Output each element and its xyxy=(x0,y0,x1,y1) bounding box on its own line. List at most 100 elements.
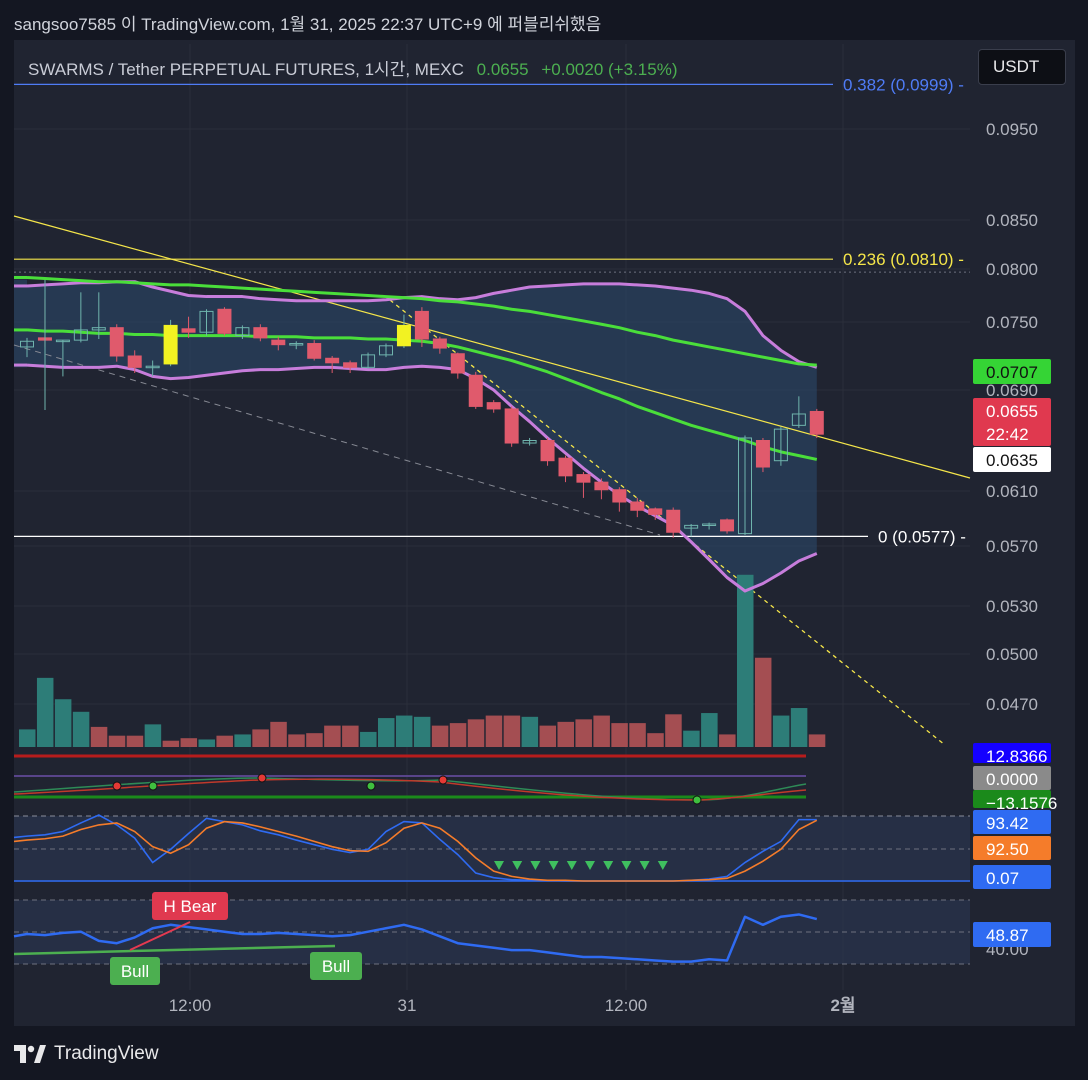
candle xyxy=(468,371,483,409)
candle-body xyxy=(809,410,824,435)
candle-body xyxy=(109,327,124,357)
candle xyxy=(504,406,519,447)
candle-body xyxy=(307,343,322,359)
volume-bar xyxy=(216,735,233,747)
candle xyxy=(217,307,232,336)
volume-bar xyxy=(234,734,251,747)
volume-bar xyxy=(270,721,287,747)
volume-bar xyxy=(593,715,610,747)
volume-bar xyxy=(503,715,521,747)
candle xyxy=(109,324,124,362)
volume-bar xyxy=(324,725,341,747)
candle xyxy=(486,400,501,413)
volume-bar xyxy=(575,719,592,747)
x-tick-label: 2월 xyxy=(830,996,855,1015)
candle-body xyxy=(450,353,465,374)
volume-bar xyxy=(719,734,736,747)
ma-lower-price-tag: 0.0635 xyxy=(986,451,1038,470)
volume-bar xyxy=(629,723,646,747)
candle-body xyxy=(504,408,519,444)
volume-bar xyxy=(557,721,574,747)
candle xyxy=(755,437,770,473)
candle-body xyxy=(127,355,142,368)
candle-body xyxy=(558,457,573,477)
volume-bar xyxy=(144,724,162,747)
candle-body xyxy=(666,509,681,533)
candle xyxy=(450,352,465,379)
y-tick-label: 0.0750 xyxy=(986,313,1038,332)
volume-bar xyxy=(647,733,664,747)
x-tick-label: 12:00 xyxy=(605,996,648,1015)
indicator1-cross-dot xyxy=(438,775,448,785)
candle xyxy=(612,487,627,512)
candle xyxy=(720,518,735,534)
indicator1-cross-dot xyxy=(257,773,267,783)
signal-label-bear: H Bear xyxy=(164,897,217,916)
indicator1-cross-dot xyxy=(148,781,158,791)
currency-button[interactable]: USDT xyxy=(978,49,1066,85)
volume-bar xyxy=(790,708,808,747)
indicator1-zero-tag: 0.0000 xyxy=(986,770,1038,789)
volume-bar xyxy=(431,725,449,747)
candle-body xyxy=(486,402,501,410)
volume-bar xyxy=(126,735,144,747)
volume-bar xyxy=(808,734,826,747)
last-price-tag-time: 22:42 xyxy=(986,425,1029,444)
volume-bar xyxy=(252,729,269,747)
candle-body xyxy=(414,310,429,340)
indicator1-cross-dot xyxy=(692,795,702,805)
last-price-tag: 0.0655 xyxy=(986,402,1038,421)
stoch-low-tag: 0.07 xyxy=(986,869,1019,888)
y-tick-label: 0.0610 xyxy=(986,482,1038,501)
y-tick-label: 0.0950 xyxy=(986,120,1038,139)
candle-body xyxy=(253,327,268,339)
candle-body xyxy=(432,338,447,349)
volume-bar xyxy=(467,719,485,747)
volume-bar xyxy=(19,729,36,747)
signal-label-bull: Bull xyxy=(322,957,350,976)
price-change: +0.0020 (+3.15%) xyxy=(541,60,678,79)
indicator1-cross-dot xyxy=(112,781,122,791)
volume-bar xyxy=(485,715,503,747)
candle xyxy=(809,408,824,438)
candle-body xyxy=(396,324,411,347)
price-chart[interactable]: 0.382 (0.0999) - 0.236 (0.0810) - 0 (0.057… xyxy=(0,0,1088,1080)
candle xyxy=(307,340,322,361)
candle xyxy=(163,319,178,367)
indicator1-cross-dot xyxy=(366,781,376,791)
candle-body xyxy=(540,440,555,462)
x-tick-label: 12:00 xyxy=(169,996,212,1015)
volume-bar xyxy=(772,715,790,747)
volume-bar xyxy=(90,726,108,747)
brand-label: TradingView xyxy=(54,1043,159,1064)
candle-body xyxy=(755,440,770,468)
tradingview-logo[interactable]: TradingView xyxy=(14,1042,159,1066)
volume-bar xyxy=(449,723,467,747)
candle-body xyxy=(271,339,286,346)
fib-label-0: 0.382 (0.0999) - xyxy=(843,75,964,94)
volume-bar xyxy=(395,715,413,747)
candle xyxy=(343,360,358,373)
volume-bar xyxy=(611,723,628,747)
ma-price-tag: 0.0707 xyxy=(986,363,1038,382)
volume-bar xyxy=(665,714,682,747)
volume-bar xyxy=(737,574,754,747)
y-tick-label: 0.0500 xyxy=(986,645,1038,664)
y-tick-label: 0.0530 xyxy=(986,597,1038,616)
stoch-k-tag: 93.42 xyxy=(986,814,1029,833)
candle-body xyxy=(343,362,358,368)
volume-bar xyxy=(539,725,557,747)
volume-bar xyxy=(108,735,126,747)
candle-body xyxy=(325,357,340,364)
bollinger-band-fill-edge xyxy=(14,279,27,368)
volume-bar xyxy=(360,731,377,747)
volume-bar xyxy=(198,739,215,747)
volume-bar xyxy=(180,738,198,747)
candle-body xyxy=(720,519,735,532)
stoch-d-tag: 92.50 xyxy=(986,840,1029,859)
indicator1-upper-tag: 12.8366 xyxy=(986,747,1047,766)
candle xyxy=(576,472,591,498)
candle-body xyxy=(217,308,232,334)
candle-body xyxy=(612,489,627,503)
last-price: 0.0655 xyxy=(476,60,529,79)
